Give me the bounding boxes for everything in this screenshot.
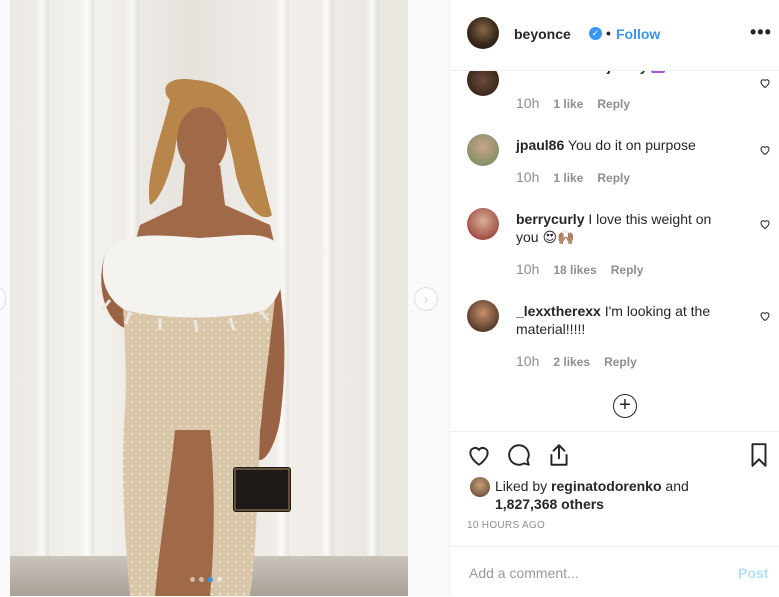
comment-body: You do it on purpose: [568, 137, 696, 153]
comment-text: jpaul86 You do it on purpose: [516, 136, 734, 154]
heart-icon[interactable]: [759, 77, 771, 89]
separator-dot: •: [606, 25, 611, 41]
carousel-dot: [217, 577, 222, 582]
avatar[interactable]: [467, 134, 499, 166]
verified-badge-icon: [651, 71, 665, 73]
comment-username[interactable]: _lexxtherexx: [516, 303, 601, 319]
liked-by-user[interactable]: reginatodorenko: [551, 478, 661, 494]
comment-likes[interactable]: 1 like: [553, 171, 583, 185]
liked-by-prefix: Liked by: [495, 478, 547, 494]
comment-time: 10h: [516, 169, 539, 185]
liked-by-text: Liked by reginatodorenko and 1,827,368 o…: [495, 477, 755, 513]
reply-button[interactable]: Reply: [604, 355, 637, 369]
comment-meta: 10h 2 likes Reply: [516, 353, 637, 369]
chevron-right-icon: ›: [424, 292, 429, 306]
comment-text: berrycurly I love this weight on you 😍🙌🏽: [516, 210, 734, 246]
post-header: beyonce ✓ • Follow •••: [450, 0, 779, 71]
comment-username[interactable]: jpaul86: [516, 137, 564, 153]
avatar[interactable]: [467, 300, 499, 332]
avatar[interactable]: [467, 208, 499, 240]
comment-likes[interactable]: 2 likes: [553, 355, 590, 369]
load-more-comments-button[interactable]: +: [613, 394, 637, 418]
post-username[interactable]: beyonce: [514, 26, 571, 42]
like-count[interactable]: 1,827,368 others: [495, 496, 604, 512]
post-actions: Liked by reginatodorenko and 1,827,368 o…: [450, 431, 779, 536]
heart-icon[interactable]: [759, 144, 771, 156]
post-photo-area: ‹ ›: [0, 0, 449, 596]
carousel-dot: [190, 577, 195, 582]
reply-button[interactable]: Reply: [597, 171, 630, 185]
comment-username[interactable]: theduchessofjersey: [516, 71, 648, 74]
avatar[interactable]: [470, 477, 490, 497]
comment-input[interactable]: [467, 561, 711, 585]
comment-time: 10h: [516, 261, 539, 277]
carousel-prev-button[interactable]: ‹: [0, 287, 6, 311]
share-icon[interactable]: [546, 442, 572, 468]
post-button[interactable]: Post: [738, 565, 768, 581]
heart-icon[interactable]: [759, 218, 771, 230]
follow-button[interactable]: Follow: [616, 26, 660, 42]
comment-text: theduchessofjersey: [516, 71, 734, 75]
avatar[interactable]: [467, 71, 499, 96]
post-side-panel: beyonce ✓ • Follow ••• theduchessofjerse…: [449, 0, 779, 596]
comment-form: Post: [450, 546, 779, 597]
comment-bubble-icon[interactable]: [506, 442, 532, 468]
carousel-dot: [208, 577, 213, 582]
heart-icon[interactable]: [466, 442, 492, 468]
comment-time: 10h: [516, 95, 539, 111]
avatar[interactable]: [467, 17, 499, 49]
post-timestamp: 10 HOURS AGO: [467, 520, 545, 531]
reply-button[interactable]: Reply: [611, 263, 644, 277]
comment-likes[interactable]: 1 like: [553, 97, 583, 111]
liked-by-conj: and: [665, 478, 688, 494]
comment-meta: 10h 1 like Reply: [516, 169, 630, 185]
carousel-next-button[interactable]: ›: [414, 287, 438, 311]
comment-username[interactable]: berrycurly: [516, 211, 584, 227]
comment-meta: 10h 1 like Reply: [516, 95, 630, 111]
more-options-icon[interactable]: •••: [750, 22, 772, 43]
carousel-dot: [199, 577, 204, 582]
reply-button[interactable]: Reply: [597, 97, 630, 111]
comment-likes[interactable]: 18 likes: [553, 263, 596, 277]
bookmark-icon[interactable]: [746, 442, 772, 468]
heart-icon[interactable]: [759, 310, 771, 322]
woman-in-gown-figure: [10, 0, 408, 596]
comment-time: 10h: [516, 353, 539, 369]
verified-badge-icon: ✓: [589, 27, 602, 40]
comment-meta: 10h 18 likes Reply: [516, 261, 643, 277]
comment-text: _lexxtherexx I'm looking at the material…: [516, 302, 734, 338]
comments-list: theduchessofjersey 10h 1 like Reply jpau…: [450, 71, 779, 431]
carousel-indicator: [190, 577, 222, 582]
post-photo[interactable]: [10, 0, 408, 596]
